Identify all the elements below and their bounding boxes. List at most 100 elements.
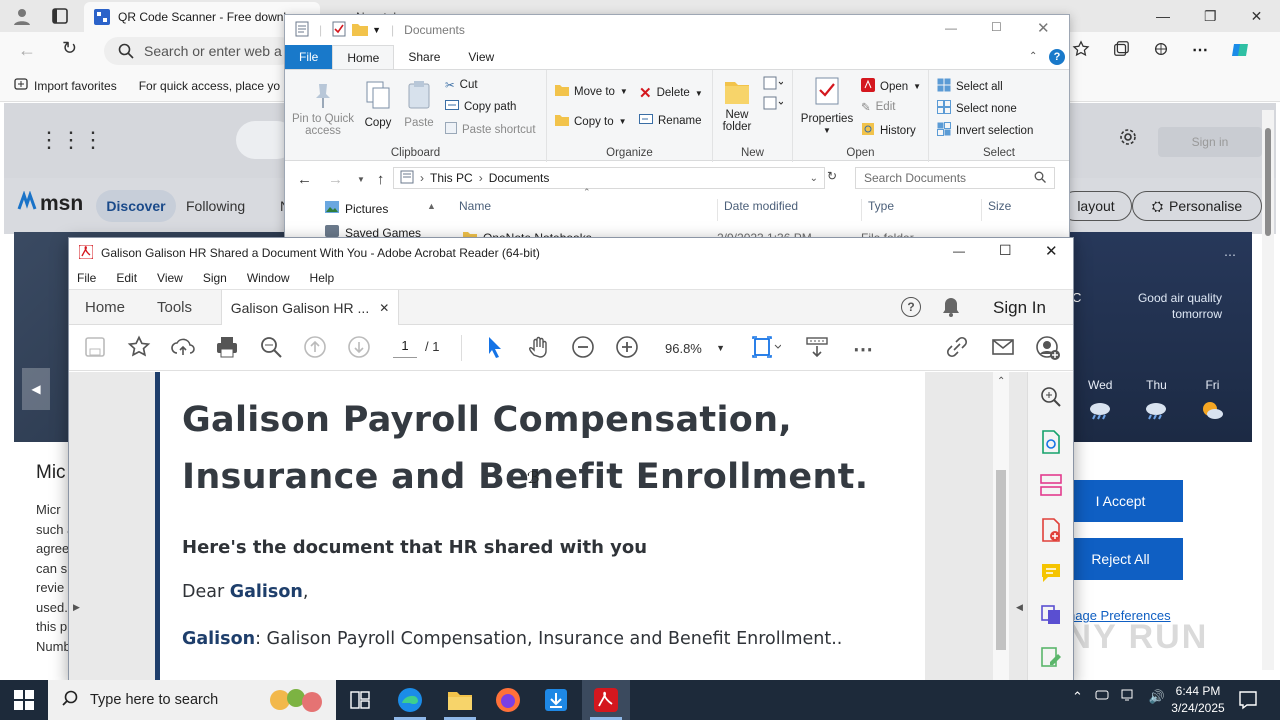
msn-personalise-button[interactable]: ⛭ Personalise bbox=[1132, 191, 1262, 221]
tray-app-icon[interactable] bbox=[1095, 688, 1109, 705]
explorer-close-icon[interactable]: ✕ bbox=[1037, 19, 1050, 37]
email-icon[interactable] bbox=[991, 335, 1015, 362]
nav-item-pictures[interactable]: Pictures bbox=[325, 201, 388, 216]
document-scrollbar[interactable]: ⌃ bbox=[993, 372, 1009, 682]
accept-button[interactable]: I Accept bbox=[1058, 480, 1183, 522]
rename-button[interactable]: Rename bbox=[639, 114, 701, 127]
zoom-out-icon[interactable] bbox=[571, 335, 595, 362]
settings-gear-icon[interactable] bbox=[1118, 127, 1138, 150]
weather-more-icon[interactable]: ⋯ bbox=[1224, 248, 1236, 262]
explorer-properties-icon[interactable] bbox=[295, 21, 309, 40]
easy-access-icon[interactable] bbox=[763, 96, 784, 113]
explorer-minimize-icon[interactable]: — bbox=[945, 21, 957, 35]
acrobat-taskbar-icon[interactable] bbox=[582, 680, 630, 720]
help-icon[interactable]: ? bbox=[1049, 49, 1065, 65]
copilot-icon[interactable] bbox=[1230, 40, 1250, 63]
reject-all-button[interactable]: Reject All bbox=[1058, 538, 1183, 580]
print-icon[interactable] bbox=[215, 335, 239, 362]
edit-button[interactable]: ✎ Edit bbox=[861, 100, 895, 114]
notifications-bell-icon[interactable] bbox=[941, 296, 961, 321]
recent-locations-icon[interactable]: ▼ bbox=[357, 175, 365, 184]
comment-icon[interactable] bbox=[1040, 562, 1062, 587]
back-icon[interactable]: ← bbox=[18, 40, 36, 61]
zoom-level-select[interactable]: 96.8% ▼ bbox=[657, 337, 725, 359]
notification-center-icon[interactable] bbox=[1238, 690, 1258, 713]
tab-file[interactable]: File bbox=[285, 45, 333, 69]
previous-page-icon[interactable] bbox=[303, 335, 327, 362]
bookmark-star-icon[interactable] bbox=[127, 335, 151, 362]
find-zoom-icon[interactable] bbox=[259, 335, 283, 362]
explorer-address-bar[interactable]: › This PC › Documents ⌄ bbox=[393, 167, 825, 189]
column-type[interactable]: Type bbox=[861, 199, 981, 221]
acrobat-minimize-icon[interactable]: — bbox=[953, 244, 965, 258]
rail-zoom-icon[interactable] bbox=[1040, 386, 1062, 411]
new-folder-button[interactable]: New folder bbox=[717, 76, 757, 133]
msn-tab-following[interactable]: Following bbox=[186, 198, 245, 214]
explorer-check-icon[interactable] bbox=[332, 21, 346, 40]
new-item-icon[interactable] bbox=[763, 76, 784, 93]
refresh-icon[interactable]: ↻ bbox=[62, 38, 77, 59]
restore-icon[interactable]: ❐ bbox=[1204, 8, 1217, 25]
taskbar-search-box[interactable]: Type here to search bbox=[48, 680, 336, 720]
network-icon[interactable] bbox=[1121, 688, 1137, 705]
minimize-icon[interactable]: — bbox=[1156, 8, 1170, 25]
fit-page-icon[interactable] bbox=[751, 335, 782, 362]
properties-button[interactable]: Properties ▼ bbox=[799, 76, 855, 137]
menu-sign[interactable]: Sign bbox=[203, 271, 227, 285]
profile-icon[interactable] bbox=[12, 6, 32, 26]
history-button[interactable]: History bbox=[861, 122, 916, 139]
column-date-modified[interactable]: Date modified bbox=[717, 199, 861, 221]
edge-scrollbar[interactable] bbox=[1262, 110, 1274, 670]
import-favorites-link[interactable]: Import favorites bbox=[14, 77, 117, 94]
edge-scroll-thumb[interactable] bbox=[1265, 128, 1271, 236]
column-name[interactable]: Name bbox=[455, 199, 717, 221]
task-view-icon[interactable] bbox=[336, 680, 384, 720]
share-link-icon[interactable] bbox=[945, 335, 969, 362]
copy-to-button[interactable]: Copy to ▼ bbox=[555, 114, 627, 129]
tab-actions-icon[interactable] bbox=[52, 8, 68, 24]
page-number-input[interactable]: 1 bbox=[393, 338, 417, 358]
explorer-back-icon[interactable]: ← bbox=[297, 171, 312, 188]
left-panel-toggle-icon[interactable]: ▶ bbox=[73, 602, 80, 613]
file-explorer-taskbar-icon[interactable] bbox=[436, 680, 484, 720]
copy-path-button[interactable]: Copy path bbox=[445, 100, 516, 113]
select-cursor-icon[interactable] bbox=[485, 335, 505, 362]
collections-icon[interactable] bbox=[1112, 40, 1130, 63]
more-menu-icon[interactable]: ⋯ bbox=[1192, 40, 1208, 63]
msn-layout-button[interactable]: layout bbox=[1060, 191, 1132, 221]
menu-edit[interactable]: Edit bbox=[116, 271, 137, 285]
taskbar-clock[interactable]: 6:44 PM 3/24/2025 bbox=[1160, 683, 1236, 717]
firefox-taskbar-icon[interactable] bbox=[484, 680, 532, 720]
move-to-button[interactable]: Move to ▼ bbox=[555, 84, 628, 99]
start-windows-icon[interactable] bbox=[14, 690, 34, 713]
pin-quick-access-button[interactable]: Pin to Quick access bbox=[291, 82, 355, 137]
acrobat-close-icon[interactable]: ✕ bbox=[1045, 242, 1058, 260]
acrobat-sign-in[interactable]: Sign In bbox=[993, 298, 1046, 318]
open-button[interactable]: Open ▼ bbox=[861, 78, 921, 95]
more-tools-icon[interactable]: ⋯ bbox=[853, 337, 873, 362]
hero-prev-icon[interactable]: ◀ bbox=[22, 368, 50, 410]
tab-home[interactable]: Home bbox=[332, 45, 395, 69]
delete-button[interactable]: ✕ Delete ▼ bbox=[639, 84, 703, 102]
select-none-button[interactable]: Select none bbox=[937, 100, 1017, 117]
scroll-mode-icon[interactable] bbox=[805, 335, 829, 362]
quick-access-dropdown-icon[interactable]: ▼ bbox=[372, 25, 381, 35]
cloud-upload-icon[interactable] bbox=[171, 335, 195, 362]
select-all-button[interactable]: Select all bbox=[937, 78, 1003, 95]
tray-overflow-icon[interactable]: ⌃ bbox=[1072, 689, 1083, 705]
acrobat-maximize-icon[interactable]: ☐ bbox=[999, 242, 1012, 259]
extensions-icon[interactable] bbox=[1152, 40, 1170, 63]
combine-files-icon[interactable] bbox=[1040, 604, 1062, 629]
menu-file[interactable]: File bbox=[77, 271, 96, 285]
zoom-in-icon[interactable] bbox=[615, 335, 639, 362]
explorer-maximize-icon[interactable]: ☐ bbox=[991, 20, 1002, 34]
msn-tab-discover[interactable]: Discover bbox=[96, 190, 176, 222]
save-icon[interactable] bbox=[85, 337, 105, 360]
edge-taskbar-icon[interactable] bbox=[386, 680, 434, 720]
ribbon-collapse-icon[interactable]: ⌃ bbox=[1029, 51, 1037, 62]
document-scroll-thumb[interactable] bbox=[996, 470, 1006, 650]
tab-close-icon[interactable]: ✕ bbox=[379, 301, 389, 315]
paste-shortcut-button[interactable]: Paste shortcut bbox=[445, 122, 536, 137]
favorite-star-icon[interactable] bbox=[1072, 40, 1090, 63]
tab-view[interactable]: View bbox=[454, 45, 508, 69]
